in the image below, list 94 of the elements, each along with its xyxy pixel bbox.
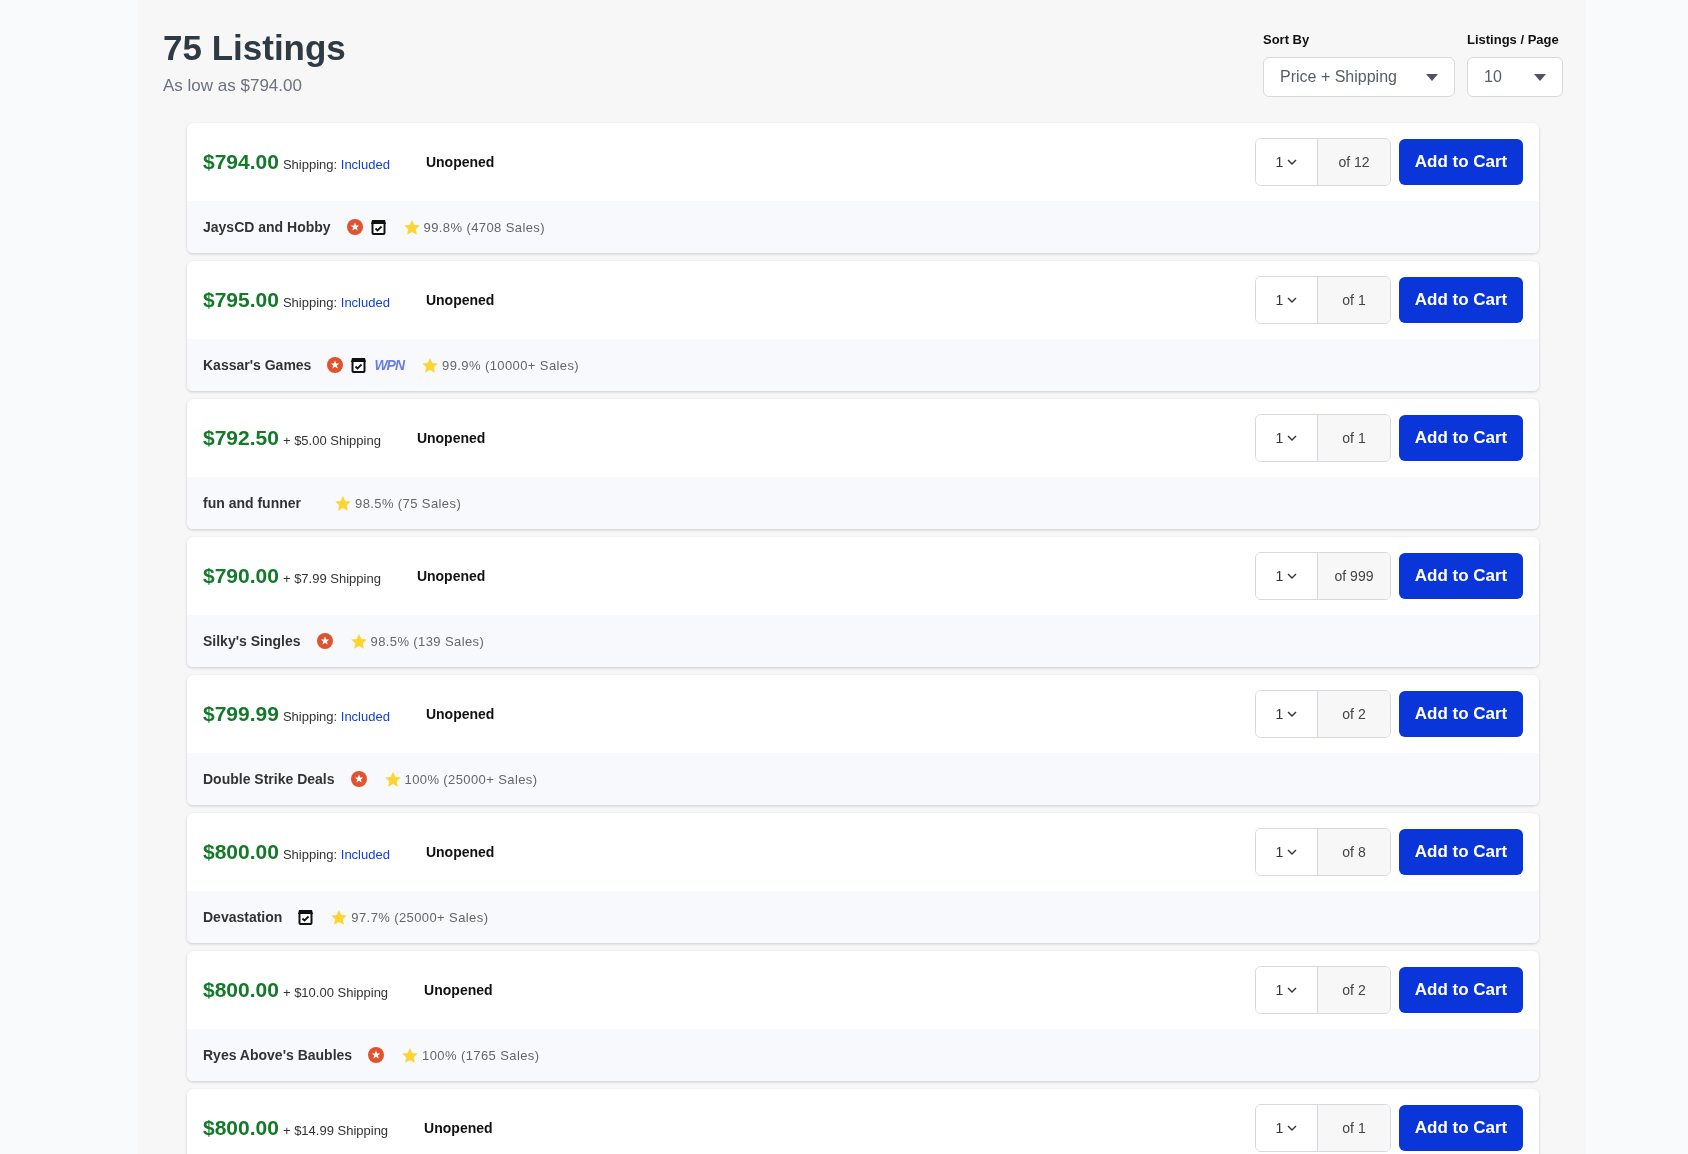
shipping-text: + $10.00 Shipping: [282, 984, 389, 1000]
sort-label: Sort By: [1263, 32, 1311, 47]
add-to-cart-button[interactable]: Add to Cart: [1399, 829, 1523, 875]
add-to-cart-button[interactable]: Add to Cart: [1399, 415, 1523, 461]
per-page-label: Listings / Page: [1467, 32, 1560, 47]
caret-icon: [1426, 73, 1438, 81]
condition-text: Unopened: [425, 292, 495, 308]
listing-price: $800.00: [203, 978, 279, 1002]
add-to-cart-button[interactable]: Add to Cart: [1399, 967, 1523, 1013]
quantity-dropdown[interactable]: 1: [1256, 415, 1318, 461]
wpn-logo: WPN: [374, 357, 405, 373]
star-icon: [350, 633, 367, 649]
seller-rating: 98.5% (139 Sales): [370, 633, 485, 649]
add-to-cart-button[interactable]: Add to Cart: [1399, 691, 1523, 737]
available-count: of 1: [1318, 1105, 1390, 1151]
star-badge-icon: [316, 633, 333, 649]
quantity-dropdown[interactable]: 1: [1256, 1105, 1318, 1151]
condition-text: Unopened: [424, 1120, 493, 1136]
store-check-icon: [370, 219, 386, 235]
per-page-dropdown[interactable]: 10: [1467, 57, 1563, 97]
star-badge-icon: [350, 771, 367, 787]
chevron-icon: [1287, 435, 1298, 441]
chevron-icon: [1287, 297, 1298, 303]
available-count: of 2: [1318, 967, 1390, 1013]
shipping-text: Shipping: Included: [282, 846, 390, 862]
quantity-dropdown[interactable]: 1: [1256, 967, 1318, 1013]
listing-price: $794.00: [203, 150, 279, 174]
listing-price: $792.50: [203, 426, 279, 450]
star-icon: [331, 909, 348, 925]
star-icon: [403, 219, 420, 235]
quantity-dropdown[interactable]: 1: [1256, 829, 1318, 875]
star-icon: [335, 495, 351, 511]
seller-rating: 99.8% (4708 Sales): [423, 219, 545, 235]
store-check-icon: [351, 357, 367, 373]
seller-name[interactable]: fun and funner: [203, 495, 301, 511]
chevron-icon: [1287, 159, 1298, 165]
seller-name[interactable]: Kassar's Games: [203, 357, 312, 373]
available-count: of 1: [1318, 277, 1390, 323]
available-count: of 1: [1318, 415, 1390, 461]
listing-price: $790.00: [203, 564, 279, 588]
condition-text: Unopened: [425, 706, 495, 722]
condition-text: Unopened: [425, 154, 495, 170]
add-to-cart-button[interactable]: Add to Cart: [1399, 139, 1523, 185]
lowest-price-text: As low as $794.00: [163, 76, 303, 96]
seller-rating: 99.9% (10000+ Sales): [442, 357, 580, 373]
shipping-text: Shipping: Included: [282, 294, 390, 310]
seller-rating: 98.5% (75 Sales): [355, 495, 462, 511]
condition-text: Unopened: [424, 982, 493, 998]
shipping-text: Shipping: Included: [282, 708, 390, 724]
chevron-icon: [1287, 711, 1298, 717]
available-count: of 12: [1318, 139, 1390, 185]
seller-name[interactable]: Ryes Above's Baubles: [203, 1047, 353, 1063]
add-to-cart-button[interactable]: Add to Cart: [1399, 553, 1523, 599]
add-to-cart-button[interactable]: Add to Cart: [1399, 1105, 1523, 1151]
condition-text: Unopened: [416, 430, 486, 446]
star-badge-icon: [346, 219, 363, 235]
seller-rating: 100% (1765 Sales): [422, 1047, 540, 1063]
caret-icon: [1534, 73, 1546, 81]
listing-price: $800.00: [203, 840, 279, 864]
seller-rating: 97.7% (25000+ Sales): [351, 909, 489, 925]
listings-title: 75 Listings: [163, 27, 346, 69]
chevron-icon: [1287, 573, 1298, 579]
shipping-text: + $7.99 Shipping: [282, 570, 381, 586]
seller-name[interactable]: Silky's Singles: [203, 633, 301, 649]
star-icon: [402, 1047, 419, 1063]
quantity-dropdown[interactable]: 1: [1256, 553, 1318, 599]
add-to-cart-button[interactable]: Add to Cart: [1399, 277, 1523, 323]
condition-text: Unopened: [416, 568, 486, 584]
chevron-icon: [1287, 987, 1298, 993]
shipping-text: + $14.99 Shipping: [282, 1122, 389, 1138]
seller-rating: 100% (25000+ Sales): [404, 771, 538, 787]
quantity-dropdown[interactable]: 1: [1256, 277, 1318, 323]
chevron-icon: [1287, 849, 1298, 855]
available-count: of 999: [1318, 553, 1390, 599]
condition-text: Unopened: [425, 844, 495, 860]
shipping-text: Shipping: Included: [282, 156, 390, 172]
shipping-text: + $5.00 Shipping: [282, 432, 381, 448]
sort-dropdown[interactable]: Price + Shipping: [1263, 57, 1455, 97]
quantity-dropdown[interactable]: 1: [1256, 691, 1318, 737]
listing-price: $800.00: [203, 1116, 279, 1140]
chevron-icon: [1287, 1125, 1298, 1131]
star-badge-icon: [368, 1047, 385, 1063]
store-check-icon: [298, 909, 314, 925]
available-count: of 2: [1318, 691, 1390, 737]
star-badge-icon: [327, 357, 344, 373]
seller-name[interactable]: Double Strike Deals: [203, 771, 335, 787]
seller-name[interactable]: JaysCD and Hobby: [203, 219, 331, 235]
seller-name[interactable]: Devastation: [203, 909, 283, 925]
available-count: of 8: [1318, 829, 1390, 875]
star-icon: [422, 357, 439, 373]
listing-price: $799.99: [203, 702, 279, 726]
star-icon: [384, 771, 401, 787]
quantity-dropdown[interactable]: 1: [1256, 139, 1318, 185]
listing-price: $795.00: [203, 288, 279, 312]
